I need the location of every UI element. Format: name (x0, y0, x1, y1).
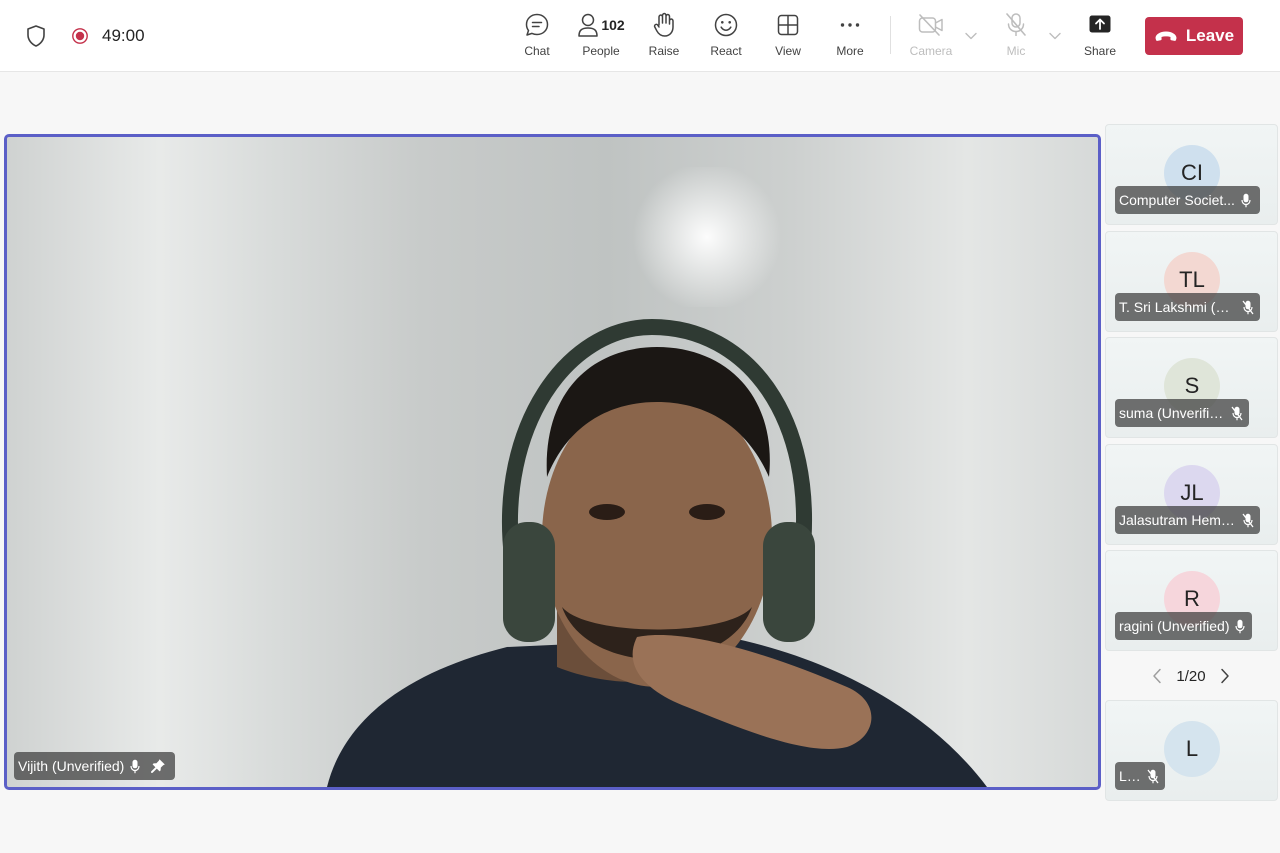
react-label: React (710, 44, 742, 58)
share-label: Share (1083, 44, 1117, 58)
shield-icon[interactable] (24, 24, 48, 48)
share-icon (1088, 10, 1112, 40)
mic-label: Mic (1006, 44, 1026, 58)
participant-name-tag: Computer Societ... (1115, 186, 1260, 214)
meeting-timer: 49:00 (102, 26, 145, 45)
chat-label: Chat (524, 44, 550, 58)
chevron-left-icon[interactable] (1145, 664, 1169, 688)
mic-off-icon (1242, 513, 1254, 528)
participant-tile[interactable]: L LIET (1105, 700, 1278, 801)
participant-name-tag: Jalasutram Hema ... (1115, 506, 1260, 534)
participant-name: ragini (Unverified) (1119, 618, 1230, 634)
camera-options-chevron-icon[interactable] (963, 28, 979, 44)
react-button[interactable]: React (696, 10, 756, 64)
participant-name: LIET (1119, 768, 1141, 784)
main-participant-name-tag: Vijith (Unverified) (14, 752, 175, 780)
camera-off-icon (917, 10, 945, 40)
avatar: L (1164, 721, 1220, 777)
mic-icon (1235, 619, 1246, 634)
meeting-toolbar: 49:00 Chat 102 People Raise React View M… (0, 0, 1280, 72)
camera-button[interactable]: Camera (901, 10, 961, 64)
participant-name-tag: suma (Unverified) (1115, 399, 1249, 427)
participant-name: T. Sri Lakshmi (U... (1119, 299, 1236, 315)
raise-label: Raise (648, 44, 680, 58)
hangup-icon (1154, 30, 1178, 42)
people-label: People (582, 44, 620, 58)
chat-button[interactable]: Chat (507, 10, 567, 64)
react-icon (713, 10, 739, 40)
participant-tile[interactable]: R ragini (Unverified) (1105, 550, 1278, 651)
view-label: View (775, 44, 801, 58)
participant-tile[interactable]: JL Jalasutram Hema ... (1105, 444, 1278, 545)
participant-tile[interactable]: TL T. Sri Lakshmi (U... (1105, 231, 1278, 332)
leave-button[interactable]: Leave (1145, 17, 1243, 55)
participant-name: Jalasutram Hema ... (1119, 512, 1236, 528)
participant-name: suma (Unverified) (1119, 405, 1225, 421)
participant-tile[interactable]: CI Computer Societ... (1105, 124, 1278, 225)
main-video-stage[interactable]: Vijith (Unverified) (4, 134, 1101, 790)
chat-icon (524, 10, 550, 40)
people-count: 102 (601, 17, 625, 33)
mic-off-icon (1231, 406, 1243, 421)
view-icon (776, 10, 800, 40)
mic-button[interactable]: Mic (986, 10, 1046, 64)
participant-name: Computer Societ... (1119, 192, 1235, 208)
participant-name-tag: ragini (Unverified) (1115, 612, 1252, 640)
participant-name-tag: LIET (1115, 762, 1165, 790)
more-icon (838, 10, 862, 40)
participant-pagination: 1/20 (1145, 662, 1237, 690)
view-button[interactable]: View (758, 10, 818, 64)
raise-hand-button[interactable]: Raise (634, 10, 694, 64)
mic-off-icon (1004, 10, 1028, 40)
speaker-video-placeholder (327, 318, 987, 787)
page-indicator: 1/20 (1176, 667, 1206, 685)
mic-icon (1241, 193, 1251, 208)
more-button[interactable]: More (820, 10, 880, 64)
pin-icon[interactable] (150, 758, 166, 774)
more-label: More (836, 44, 864, 58)
toolbar-divider (890, 16, 891, 54)
mic-off-icon (1242, 300, 1254, 315)
share-button[interactable]: Share (1070, 10, 1130, 64)
participant-name-tag: T. Sri Lakshmi (U... (1115, 293, 1260, 321)
mic-icon (130, 759, 140, 774)
mic-off-icon (1147, 769, 1159, 784)
mic-options-chevron-icon[interactable] (1047, 28, 1063, 44)
people-button[interactable]: 102 People (570, 10, 632, 64)
people-icon-group: 102 (577, 10, 625, 40)
meeting-status: 49:00 (24, 22, 145, 50)
leave-label: Leave (1185, 26, 1235, 45)
main-participant-name: Vijith (Unverified) (18, 758, 125, 774)
participant-tile[interactable]: S suma (Unverified) (1105, 337, 1278, 438)
raise-hand-icon (652, 10, 676, 40)
camera-label: Camera (909, 44, 953, 58)
chevron-right-icon[interactable] (1213, 664, 1237, 688)
background-light (627, 167, 787, 307)
people-icon (578, 13, 599, 37)
recording-icon (68, 24, 92, 48)
